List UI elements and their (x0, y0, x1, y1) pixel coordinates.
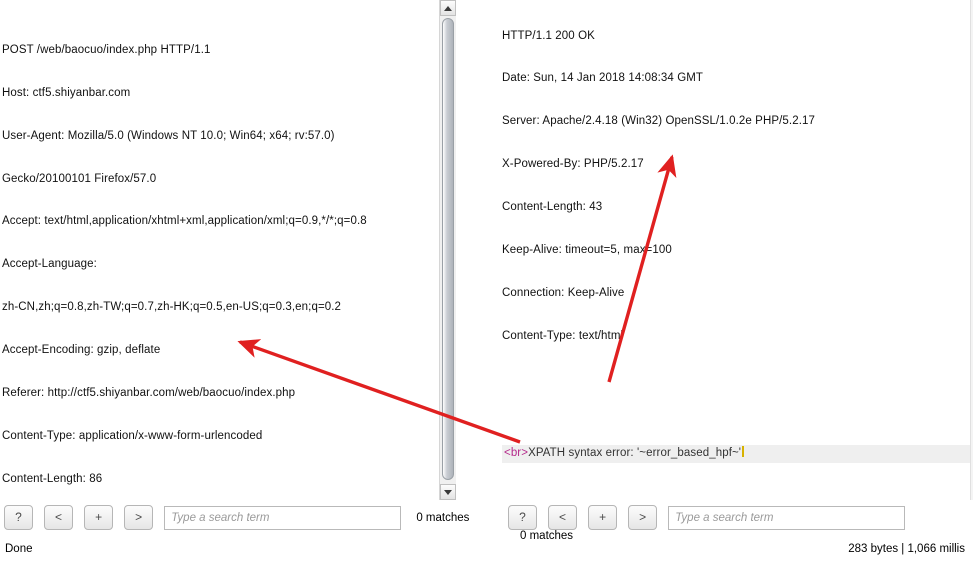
scrollbar-thumb[interactable] (442, 18, 454, 480)
header-x-powered-by: X-Powered-By: PHP/5.2.17 (502, 158, 644, 171)
next-match-button[interactable]: > (124, 505, 154, 530)
header-content-type: Content-Type: application/x-www-form-url… (2, 429, 263, 442)
search-input[interactable]: Type a search term (164, 505, 402, 530)
header-accept-language: Accept-Language: (2, 258, 97, 271)
header-date: Date: Sun, 14 Jan 2018 14:08:34 GMT (502, 72, 704, 85)
expand-button[interactable]: + (84, 505, 114, 530)
next-match-button[interactable]: > (628, 505, 658, 530)
request-line: POST /web/baocuo/index.php HTTP/1.1 (2, 43, 211, 56)
status-line: HTTP/1.1 200 OK (502, 29, 595, 42)
status-message: Done (5, 543, 33, 555)
response-search-toolbar: ? < + > Type a search term 0 matches (508, 505, 970, 542)
request-text-area[interactable]: POST /web/baocuo/index.php HTTP/1.1 Host… (0, 0, 438, 500)
br-tag: <br> (504, 447, 529, 460)
response-blank-line (502, 386, 971, 400)
response-pane[interactable]: HTTP/1.1 200 OK Date: Sun, 14 Jan 2018 1… (500, 0, 973, 500)
match-count-label: 0 matches (416, 511, 470, 524)
xpath-error-text: XPATH syntax error: '~error_based_hpf~' (528, 447, 742, 460)
header-keep-alive: Keep-Alive: timeout=5, max=100 (502, 244, 672, 257)
header-accept: Accept: text/html,application/xhtml+xml,… (2, 215, 367, 228)
prev-match-button[interactable]: < (44, 505, 74, 530)
response-message: HTTP/1.1 200 OK Date: Sun, 14 Jan 2018 1… (502, 0, 971, 491)
help-button[interactable]: ? (4, 505, 33, 530)
header-accept-language-value: zh-CN,zh;q=0.8,zh-TW;q=0.7,zh-HK;q=0.5,e… (2, 301, 342, 314)
scroll-up-arrow-icon[interactable] (440, 0, 456, 16)
response-size-timing: 283 bytes | 1,066 millis (848, 543, 965, 555)
scroll-down-arrow-icon[interactable] (440, 484, 456, 500)
search-input[interactable]: Type a search term (668, 505, 906, 530)
prev-match-button[interactable]: < (548, 505, 578, 530)
pane-divider[interactable] (488, 0, 496, 500)
help-button[interactable]: ? (508, 505, 537, 530)
header-content-type: Content-Type: text/html (502, 329, 624, 342)
header-server: Server: Apache/2.4.18 (Win32) OpenSSL/1.… (502, 115, 815, 128)
header-connection: Connection: Keep-Alive (502, 286, 625, 299)
message-panes: POST /web/baocuo/index.php HTTP/1.1 Host… (0, 0, 973, 500)
header-host: Host: ctf5.shiyanbar.com (2, 86, 131, 99)
request-pane[interactable]: POST /web/baocuo/index.php HTTP/1.1 Host… (0, 0, 456, 500)
request-search-toolbar: ? < + > Type a search term 0 matches (4, 505, 484, 535)
response-text-area[interactable]: HTTP/1.1 200 OK Date: Sun, 14 Jan 2018 1… (500, 0, 973, 500)
expand-button[interactable]: + (588, 505, 618, 530)
request-message: POST /web/baocuo/index.php HTTP/1.1 Host… (2, 0, 436, 500)
header-referer: Referer: http://ctf5.shiyanbar.com/web/b… (2, 387, 296, 400)
header-user-agent-2: Gecko/20100101 Firefox/57.0 (2, 172, 157, 185)
text-caret (742, 446, 745, 458)
header-accept-encoding: Accept-Encoding: gzip, deflate (2, 344, 161, 357)
header-content-length: Content-Length: 86 (2, 472, 103, 485)
header-content-length: Content-Length: 43 (502, 201, 603, 214)
request-scrollbar[interactable] (439, 0, 456, 500)
response-body-error-line: <br>XPATH syntax error: '~error_based_hp… (502, 445, 971, 463)
status-bar: Done 283 bytes | 1,066 millis (0, 540, 973, 566)
header-user-agent-1: User-Agent: Mozilla/5.0 (Windows NT 10.0… (2, 129, 335, 142)
